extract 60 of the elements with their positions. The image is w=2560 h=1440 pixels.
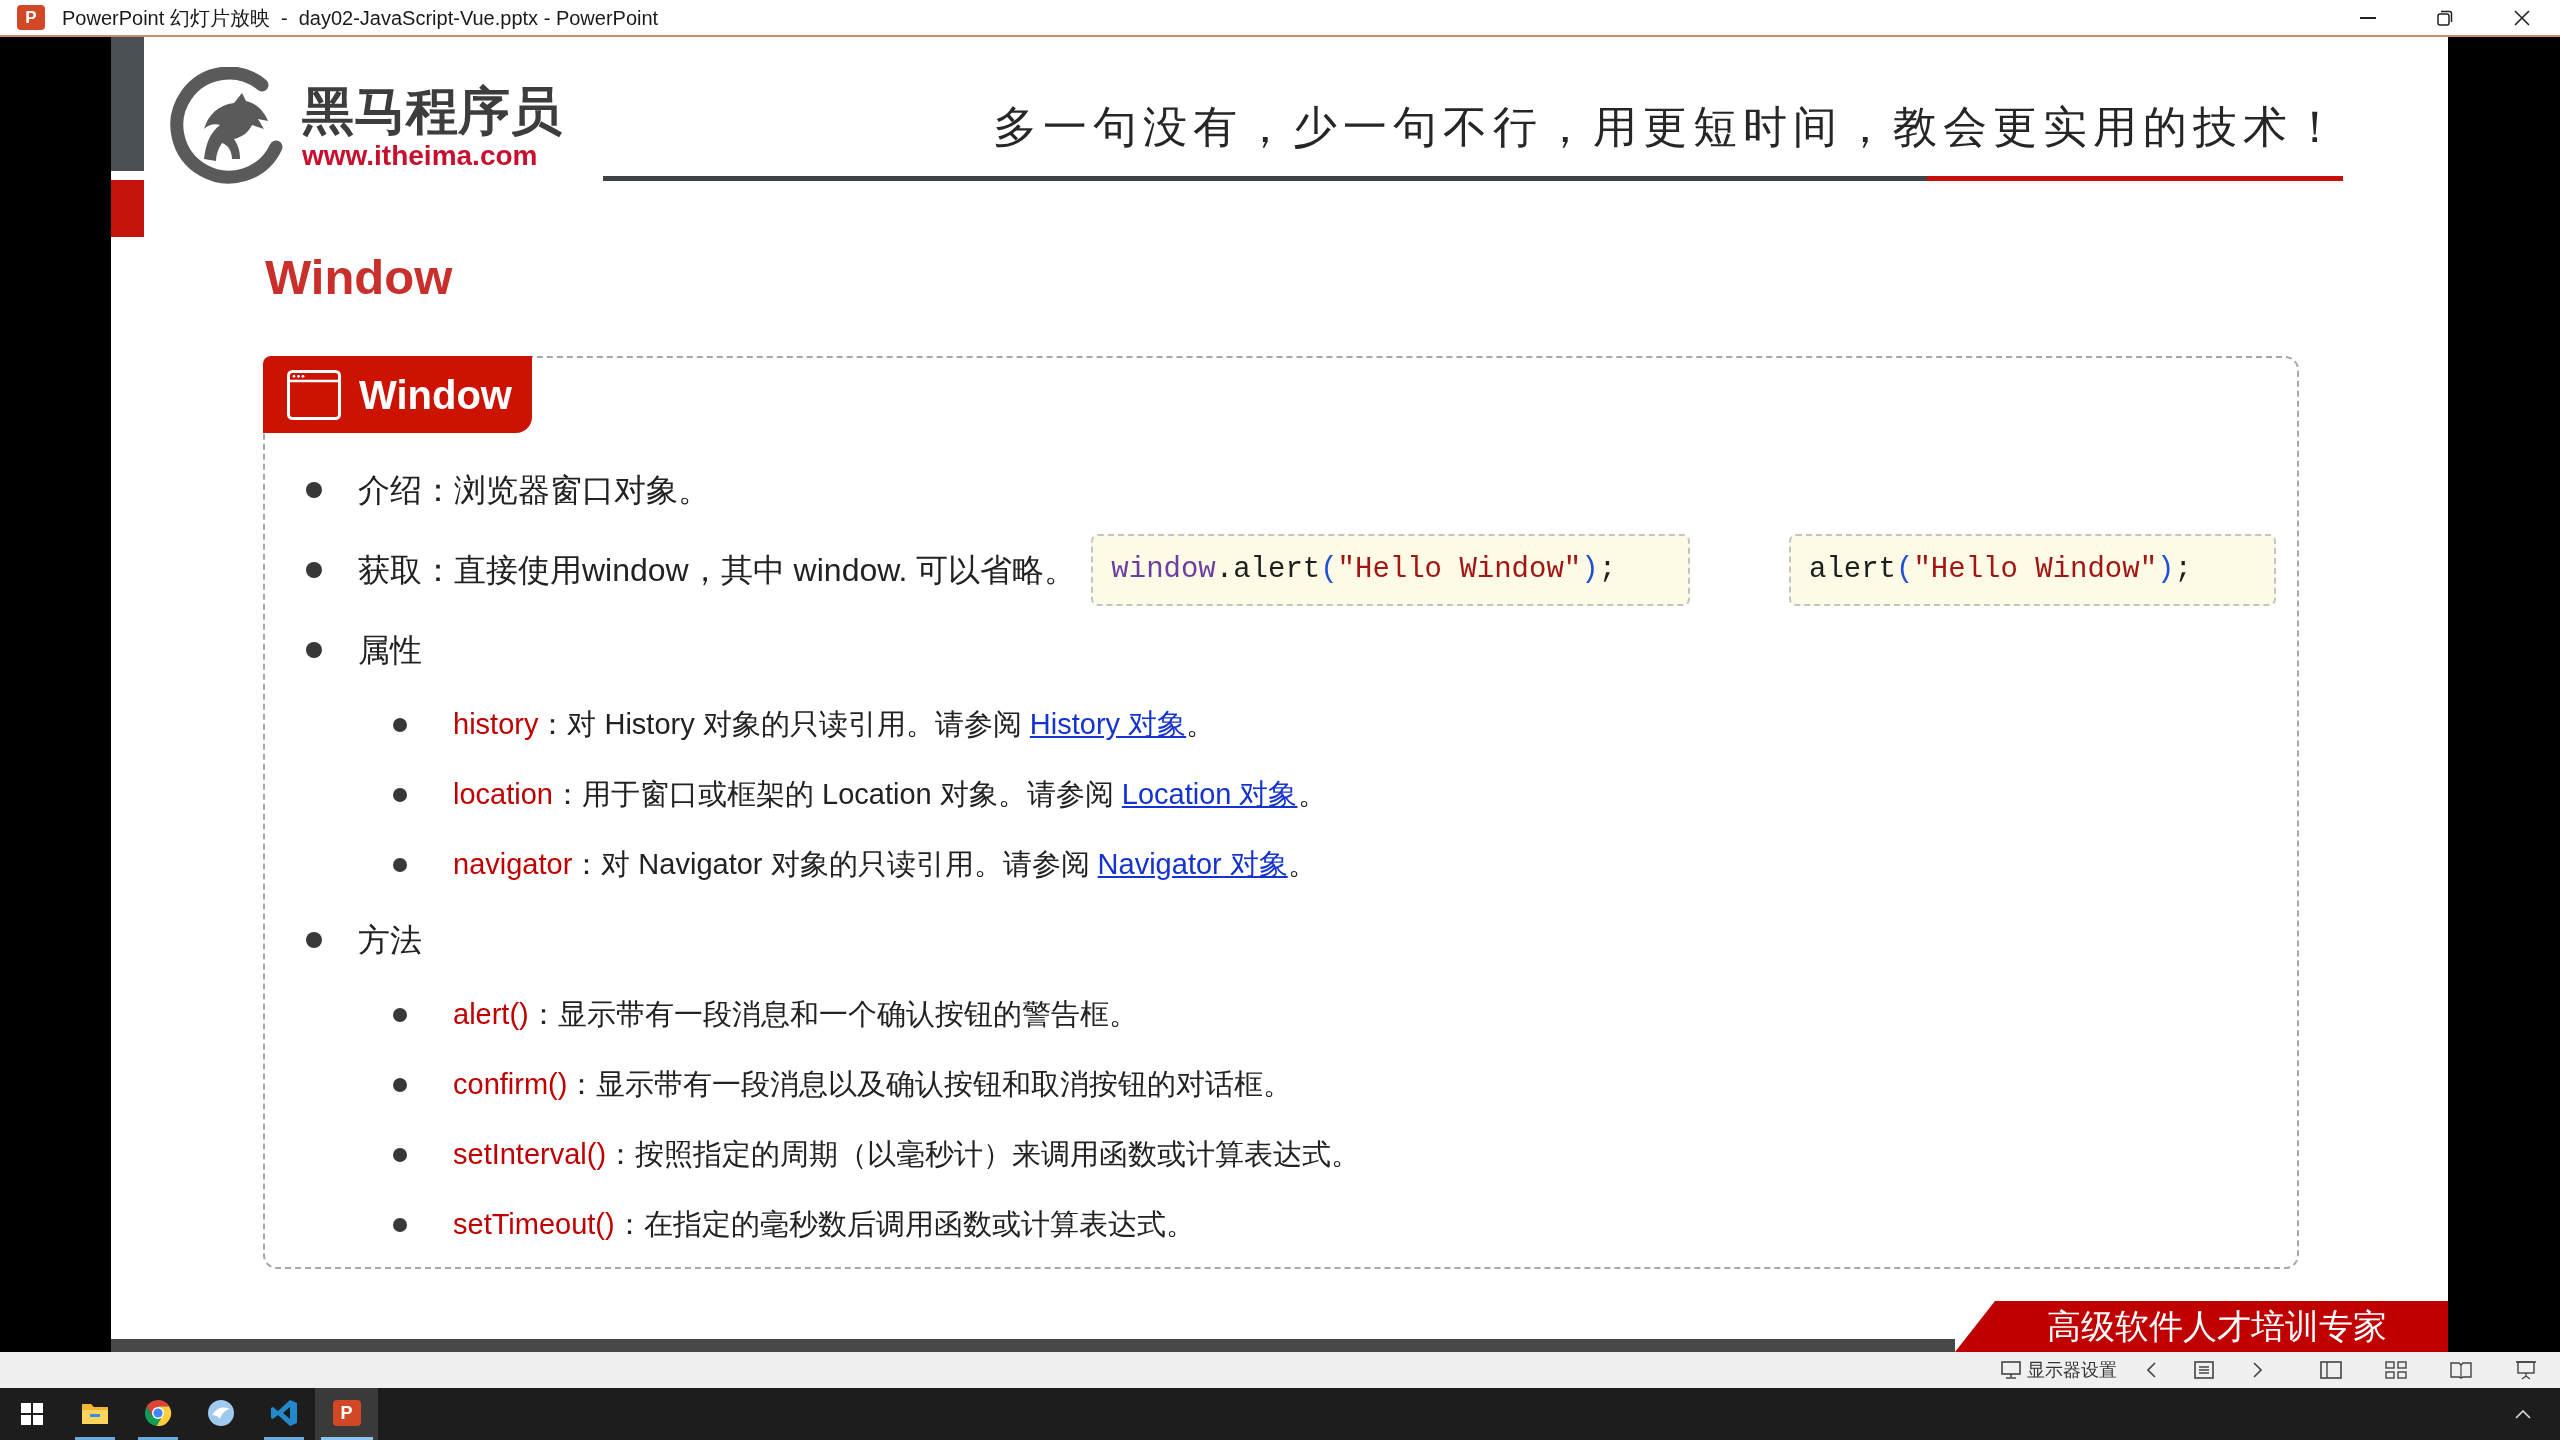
browser-window-icon [287,369,341,420]
link[interactable]: History 对象 [1029,708,1187,741]
window-title: PowerPoint 幻灯片放映 - day02-JavaScript-Vue.pptx - PowerPoint [62,5,659,31]
badge-title: Window [359,374,512,415]
bullet-text: 属性 [358,631,422,670]
bullet-icon [393,858,407,872]
bullet-text: confirm()：显示带有一段消息以及确认按钮和取消按钮的对话框。 [453,1067,1293,1103]
bullet-icon [393,1078,407,1092]
projector-screen-icon [2515,1360,2537,1380]
bullet-text: navigator：对 Navigator 对象的只读引用。请参阅 Navigator 对象。 [453,847,1317,883]
chevron-right-icon [2252,1362,2262,1378]
chevron-left-icon [2146,1362,2156,1378]
bullet-text: setTimeout()：在指定的毫秒数后调用函数或计算表达式。 [453,1207,1195,1243]
slide-title: Window [265,249,454,306]
caret-up-icon [2515,1409,2531,1419]
book-icon [2450,1361,2472,1379]
circle-app-icon [206,1398,235,1427]
logo-url: www.itheima.com [302,141,539,171]
app-logo: P [332,1399,361,1426]
bullet-text: location：用于窗口或框架的 Location 对象。请参阅 Location 对象。 [453,777,1327,813]
running-indicator [320,1437,373,1440]
bullet-text: 介绍：浏览器窗口对象。 [358,471,710,510]
bullet-icon [306,932,322,948]
running-indicator [74,1437,115,1440]
link[interactable]: Location 对象 [1121,778,1298,811]
bullet-icon [393,788,407,802]
bullet-text: history：对 History 对象的只读引用。请参阅 History 对象。 [453,707,1216,743]
minimize-icon [2359,16,2376,19]
panel-layout-icon [2320,1361,2342,1379]
running-indicator [137,1437,178,1440]
bullet-icon [306,562,322,578]
logo-wordmark: 黑马程序员 [302,81,562,141]
bullet-icon [393,1218,407,1232]
app-logo: P [17,5,45,30]
bullet-text: setInterval()：按照指定的周期（以毫秒计）来调用函数或计算表达式。 [453,1137,1361,1173]
running-indicator [263,1437,304,1440]
taskbar-button[interactable]: P [315,1388,378,1440]
slogan: 多一句没有，少一句不行，用更短时间，教会更实用的技术！ [993,102,2343,154]
bullet-text: alert()：显示带有一段消息和一个确认按钮的警告框。 [453,997,1138,1033]
bullet-text: 方法 [358,921,422,960]
link[interactable]: Navigator 对象 [1097,848,1288,881]
bullet-icon [306,482,322,498]
code-snippet: alert("Hello Window"); [1789,534,2276,606]
close-icon [2513,9,2530,26]
bullet-text: 获取：直接使用window，其中 window. 可以省略。 [358,551,1077,590]
list-icon [2194,1361,2214,1379]
start-icon [20,1403,43,1425]
browser-icon [143,1398,172,1427]
restore-icon [2436,9,2453,26]
bullet-icon [393,1148,407,1162]
bullet-icon [393,718,407,732]
accent-block [111,180,144,237]
monitor-icon [2001,1361,2021,1379]
bullet-icon [393,1008,407,1022]
display-settings-button[interactable]: 显示器设置 [1997,1355,2121,1385]
bullet-icon [306,642,322,658]
footer-banner: 高级软件人才培训专家 [1955,1301,2448,1352]
code-editor-icon [269,1398,298,1427]
grid-icon [2385,1361,2407,1379]
code-snippet: window.alert("Hello Window"); [1091,534,1691,606]
